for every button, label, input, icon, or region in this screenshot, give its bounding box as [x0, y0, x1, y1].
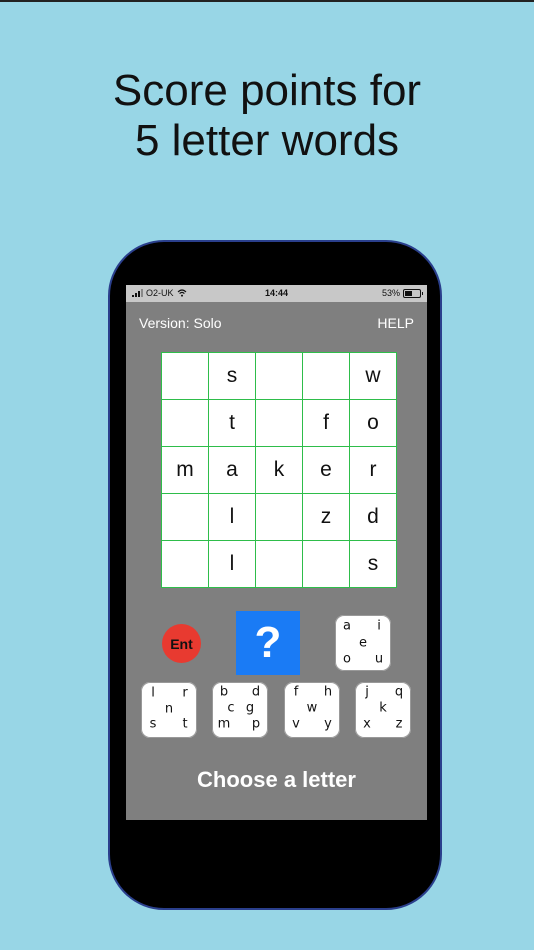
tile-letter: a: [343, 618, 351, 634]
grid-cell[interactable]: d: [350, 494, 396, 540]
letter-tile-vowels[interactable]: a ieo u: [335, 615, 391, 671]
headline-line-1: Score points for: [112, 66, 422, 115]
tile-letter: e: [359, 635, 367, 651]
version-label: Version: Solo: [139, 315, 222, 331]
tile-letter: r: [182, 685, 188, 701]
grid-cell[interactable]: o: [350, 400, 396, 446]
tile-letter: x: [363, 716, 371, 732]
grid-cell[interactable]: [256, 353, 302, 399]
hint-button[interactable]: ?: [236, 611, 300, 675]
grid-cell[interactable]: [162, 353, 208, 399]
grid-cell[interactable]: a: [209, 447, 255, 493]
tile-letter: v: [292, 716, 300, 732]
grid-cell[interactable]: l: [209, 541, 255, 587]
grid-cell[interactable]: [256, 541, 302, 587]
instruction-prompt: Choose a letter: [197, 767, 356, 792]
tile-letter: c: [227, 700, 235, 716]
grid-cell[interactable]: m: [162, 447, 208, 493]
app-screen: O2-UK 14:44 53% Version: Solo HELP swtfo…: [126, 285, 427, 820]
tile-letter: o: [343, 651, 351, 667]
letter-grid: s w t fo maker l zd l s: [161, 352, 397, 588]
tile-letter: w: [306, 700, 318, 716]
help-button[interactable]: HELP: [377, 315, 414, 331]
tile-letter: k: [379, 700, 387, 716]
grid-cell[interactable]: s: [350, 541, 396, 587]
top-edge-line: [0, 0, 534, 2]
grid-cell[interactable]: z: [303, 494, 349, 540]
promo-headline: Score points for 5 letter words: [0, 66, 534, 166]
battery-percent: 53%: [381, 288, 400, 298]
tile-letter: h: [323, 684, 333, 700]
battery-icon: [403, 288, 423, 298]
tile-letter: t: [182, 716, 188, 732]
tile-letter: m: [217, 716, 231, 732]
grid-cell[interactable]: [162, 541, 208, 587]
tile-letter: d: [251, 684, 261, 700]
tile-letter: s: [149, 716, 157, 732]
tile-letter: b: [219, 684, 229, 700]
letter-tile-jkqxz[interactable]: j qkx z: [355, 682, 411, 738]
letter-tile-bcdmp[interactable]: b dcgm p: [212, 682, 268, 738]
grid-cell[interactable]: [256, 494, 302, 540]
letter-tile-lnrst[interactable]: l rns t: [141, 682, 197, 738]
enter-button[interactable]: Ent: [162, 624, 201, 663]
grid-cell[interactable]: [162, 494, 208, 540]
grid-cell[interactable]: [303, 353, 349, 399]
letter-tile-fhwvy[interactable]: f hwv y: [284, 682, 340, 738]
grid-cell[interactable]: s: [209, 353, 255, 399]
tile-letter: i: [377, 618, 381, 634]
grid-cell[interactable]: t: [209, 400, 255, 446]
tile-letter: z: [395, 716, 403, 732]
tile-letter: f: [293, 684, 299, 700]
grid-cell[interactable]: k: [256, 447, 302, 493]
tile-letter: q: [394, 684, 404, 700]
status-bar: O2-UK 14:44 53%: [126, 285, 427, 302]
tile-letter: n: [164, 701, 174, 717]
grid-cell[interactable]: f: [303, 400, 349, 446]
tile-letter: g: [245, 700, 255, 716]
tile-letter: j: [365, 684, 369, 700]
tile-letter: u: [374, 651, 384, 667]
tile-letter: y: [324, 716, 332, 732]
headline-line-2: 5 letter words: [134, 116, 400, 165]
grid-cell[interactable]: l: [209, 494, 255, 540]
grid-cell[interactable]: [162, 400, 208, 446]
tile-letter: l: [151, 685, 155, 701]
grid-cell[interactable]: w: [350, 353, 396, 399]
tile-letter: p: [251, 716, 261, 732]
grid-cell[interactable]: [256, 400, 302, 446]
grid-cell[interactable]: [303, 541, 349, 587]
grid-cell[interactable]: r: [350, 447, 396, 493]
grid-cell[interactable]: e: [303, 447, 349, 493]
